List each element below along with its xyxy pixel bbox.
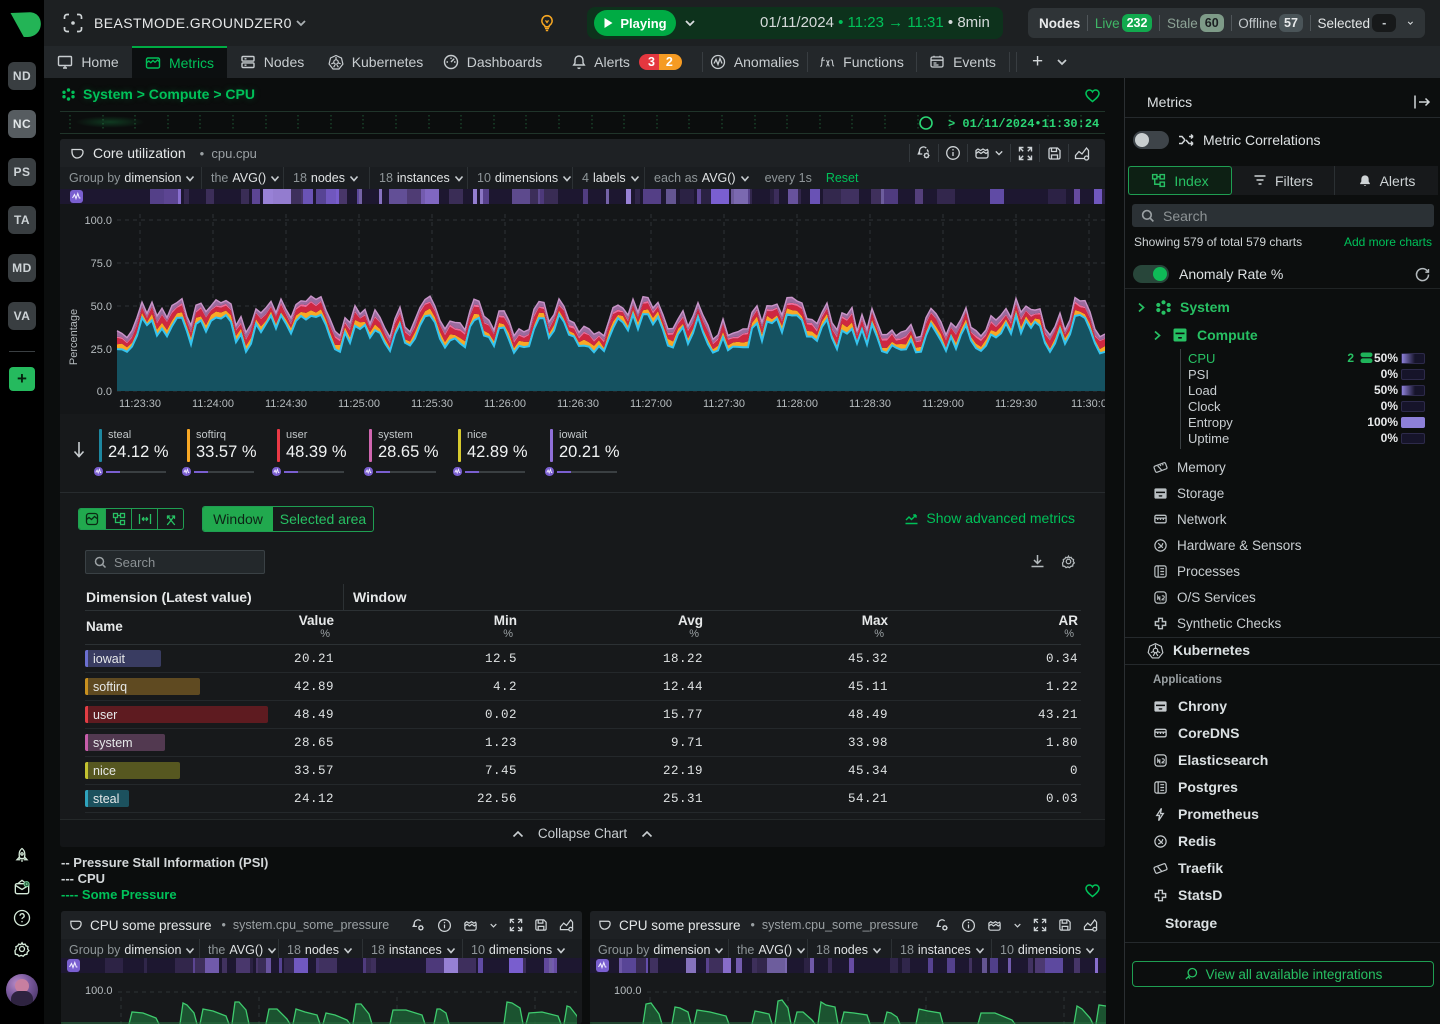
svg-text:11:25:00: 11:25:00 — [338, 398, 380, 410]
svg-text:11:25:30: 11:25:30 — [411, 398, 453, 410]
svg-text:100.0: 100.0 — [84, 215, 112, 227]
svg-text:11:27:00: 11:27:00 — [630, 398, 672, 410]
svg-text:11:29:30: 11:29:30 — [995, 398, 1037, 410]
svg-text:11:28:30: 11:28:30 — [849, 398, 891, 410]
svg-text:Percentage: Percentage — [68, 309, 80, 365]
svg-text:11:30:0: 11:30:0 — [1071, 398, 1105, 410]
svg-text:11:26:00: 11:26:00 — [484, 398, 526, 410]
svg-text:50.0: 50.0 — [91, 301, 112, 313]
svg-text:11:26:30: 11:26:30 — [557, 398, 599, 410]
svg-text:25.0: 25.0 — [91, 344, 112, 356]
svg-text:11:28:00: 11:28:00 — [776, 398, 818, 410]
svg-text:11:24:00: 11:24:00 — [192, 398, 234, 410]
svg-text:11:24:30: 11:24:30 — [265, 398, 307, 410]
svg-text:11:27:30: 11:27:30 — [703, 398, 745, 410]
svg-text:11:29:00: 11:29:00 — [922, 398, 964, 410]
svg-text:75.0: 75.0 — [91, 258, 112, 270]
svg-text:0.0: 0.0 — [97, 386, 112, 398]
svg-text:11:23:30: 11:23:30 — [119, 398, 161, 410]
